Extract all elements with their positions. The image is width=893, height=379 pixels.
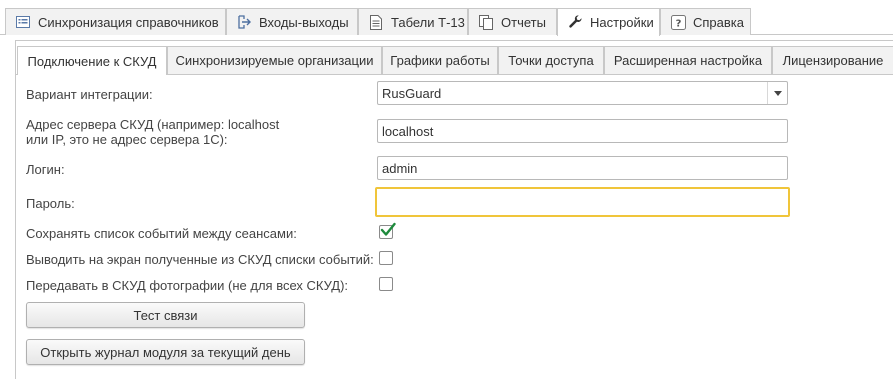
integration-variant-select[interactable]: RusGuard [377,81,788,105]
tab-synced-organizations[interactable]: Синхронизируемые организации [167,46,382,74]
login-value: admin [382,160,418,176]
login-label: Логин: [26,162,65,177]
tab-advanced-settings[interactable]: Расширенная настройка [604,46,772,74]
wrench-icon [567,15,583,31]
settings-tab-bar: Подключение к СКУД Синхронизируемые орга… [16,44,893,75]
tab-label: Синхронизируемые организации [175,53,374,68]
server-address-field[interactable]: localhost [377,119,788,143]
reports-icon [478,14,494,30]
send-photos-checkbox[interactable] [379,277,393,291]
server-address-value: localhost [382,123,434,139]
list-icon [15,14,31,30]
tab-label: Настройки [590,15,654,30]
password-label: Пароль: [26,196,75,211]
show-events-label: Выводить на экран полученные из СКУД спи… [26,252,374,267]
tab-label: Табели Т-13 [391,14,465,30]
save-events-label: Сохранять список событий между сеансами: [26,226,297,241]
server-address-label: Адрес сервера СКУД (например: localhost … [26,117,279,147]
svg-text:?: ? [675,18,681,29]
integration-variant-value: RusGuard [382,85,442,101]
tab-help[interactable]: ? Справка [660,8,751,35]
tab-skud-connection[interactable]: Подключение к СКУД [17,46,167,75]
tab-licensing[interactable]: Лицензирование [772,46,893,74]
login-field[interactable]: admin [377,156,788,180]
main-tab-bar: Синхронизация справочников Входы-выходы … [0,0,893,36]
tab-label: Расширенная настройка [613,53,763,68]
open-log-button[interactable]: Открыть журнал модуля за текущий день [26,339,305,365]
server-address-label-line2: или IP, это не адрес сервера 1С): [26,132,228,147]
tab-label: Лицензирование [782,53,884,68]
tab-entries-exits[interactable]: Входы-выходы [226,8,358,35]
tab-label: Графики работы [390,53,490,68]
tab-settings[interactable]: Настройки [557,8,660,36]
send-photos-label: Передавать в СКУД фотографии (не для все… [26,278,349,293]
integration-variant-label: Вариант интеграции: [26,87,153,102]
dropdown-arrow-icon[interactable] [767,82,787,104]
button-label: Открыть журнал модуля за текущий день [40,344,291,360]
tab-label: Синхронизация справочников [38,14,219,30]
tab-label: Точки доступа [508,53,594,68]
document-icon [368,14,384,30]
tab-label: Справка [693,14,744,30]
test-connection-button[interactable]: Тест связи [26,302,305,328]
server-address-label-line1: Адрес сервера СКУД (например: localhost [26,117,280,132]
tab-label: Входы-выходы [259,14,349,30]
button-label: Тест связи [133,307,198,323]
tab-timesheets[interactable]: Табели Т-13 [358,8,468,35]
tab-label: Подключение к СКУД [27,53,157,69]
help-icon: ? [670,14,686,30]
checkmark-icon [380,222,396,236]
tab-access-points[interactable]: Точки доступа [498,46,604,74]
entries-exits-icon [236,14,252,30]
tab-work-schedules[interactable]: Графики работы [382,46,498,74]
show-events-checkbox[interactable] [379,251,393,265]
tab-label: Отчеты [501,14,546,30]
password-field[interactable] [375,187,790,217]
save-events-checkbox[interactable] [379,222,396,239]
tab-reports[interactable]: Отчеты [468,8,557,35]
tab-sync-directories[interactable]: Синхронизация справочников [5,8,226,35]
